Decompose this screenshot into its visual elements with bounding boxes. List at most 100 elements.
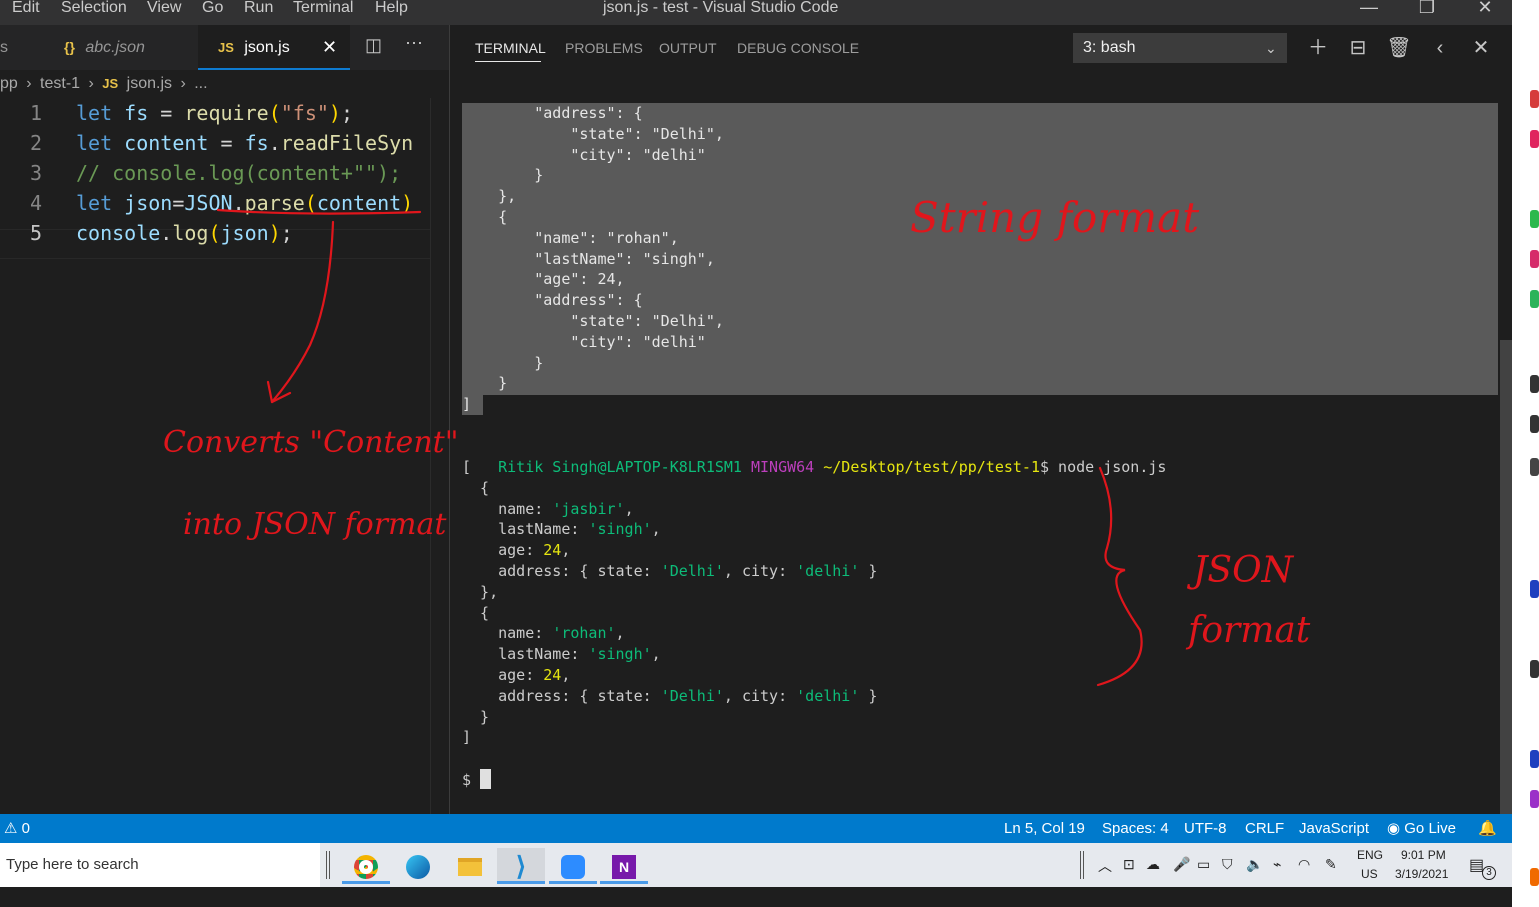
terminal-token: , city: xyxy=(723,686,797,705)
side-app-icon xyxy=(1530,458,1539,476)
battery-icon[interactable]: ▭ xyxy=(1197,856,1210,873)
meet-icon[interactable]: ⊡ xyxy=(1123,856,1135,873)
line-number: 4 xyxy=(29,191,42,215)
split-editor-icon[interactable]: ◫ xyxy=(365,35,385,55)
menu-selection[interactable]: Selection xyxy=(61,0,127,19)
terminal-output-line: ] xyxy=(462,727,471,748)
warnings-count: 0 xyxy=(21,820,30,837)
warning-icon: ⚠ xyxy=(4,820,18,837)
pen-icon[interactable]: ✎ xyxy=(1325,856,1337,873)
breadcrumb-item[interactable]: pp xyxy=(0,75,18,92)
terminal-token: { xyxy=(462,603,490,622)
shield-icon[interactable]: ⛉ xyxy=(1222,856,1233,873)
js-file-icon: JS xyxy=(218,40,234,55)
code-line: let fs = require("fs"); xyxy=(76,98,353,128)
more-actions-icon[interactable]: ⋯ xyxy=(405,34,425,55)
usb-icon[interactable]: ⌁ xyxy=(1273,856,1281,873)
chevron-left-icon[interactable]: ‹ xyxy=(1425,33,1455,63)
encoding[interactable]: UTF-8 xyxy=(1184,814,1227,843)
tab-problems[interactable]: PROBLEMS xyxy=(565,40,643,56)
breadcrumb-item[interactable]: test-1 xyxy=(40,75,80,92)
clock-date[interactable]: 3/19/2021 xyxy=(1395,867,1448,881)
file-explorer-icon[interactable] xyxy=(446,848,494,884)
json-file-icon: {} xyxy=(64,39,75,55)
tab-abc-json[interactable]: {} abc.json xyxy=(46,25,196,70)
taskbar-search[interactable]: Type here to search xyxy=(0,843,320,887)
zoom-icon[interactable] xyxy=(549,848,597,884)
breadcrumb-item[interactable]: ... xyxy=(194,75,207,92)
trash-icon[interactable]: 🗑 xyxy=(1384,33,1414,63)
wifi-icon[interactable]: ◠ xyxy=(1298,856,1310,873)
close-panel-icon[interactable]: ✕ xyxy=(1466,33,1496,63)
taskbar-divider xyxy=(326,851,330,879)
terminal-token: 'Delhi' xyxy=(660,562,724,580)
terminal-content: "address": { "state": "Delhi", "city": "… xyxy=(462,103,1502,814)
side-app-icon xyxy=(1530,868,1539,886)
terminal-line: "state": "Delhi", xyxy=(462,312,724,330)
terminal-line: ] xyxy=(462,395,472,414)
menu-edit[interactable]: Edit xyxy=(12,0,40,19)
code-line: // console.log(content+""); xyxy=(76,158,401,188)
split-terminal-icon[interactable]: ⊟ xyxy=(1343,33,1373,63)
warnings-indicator[interactable]: ⚠ 0 xyxy=(4,814,30,843)
terminal-token: } xyxy=(462,707,490,726)
terminal-token: age: xyxy=(462,541,544,560)
minimize-icon[interactable]: — xyxy=(1349,0,1389,25)
code-token: ) xyxy=(328,101,341,125)
terminal-token: , city: xyxy=(723,562,797,580)
close-tab-icon[interactable]: ✕ xyxy=(322,25,337,70)
terminal-token: 'Delhi' xyxy=(660,686,724,705)
side-app-icon xyxy=(1530,375,1539,393)
language-indicator-bottom[interactable]: US xyxy=(1361,867,1378,881)
tab-partial[interactable]: s xyxy=(0,25,8,70)
go-live-button[interactable]: ◉ Go Live xyxy=(1387,814,1456,843)
code-editor[interactable]: 1 let fs = require("fs"); 2 let content = f… xyxy=(0,98,449,814)
terminal-token: , xyxy=(651,645,661,664)
terminal-token: , xyxy=(615,624,625,643)
menu-view[interactable]: View xyxy=(147,0,181,19)
code-token: = xyxy=(148,101,185,125)
vscode-icon[interactable]: ⟩ xyxy=(497,848,545,884)
chrome-icon[interactable] xyxy=(342,848,390,884)
notification-badge: 3 xyxy=(1482,866,1496,880)
menu-help[interactable]: Help xyxy=(375,0,408,19)
menu-run[interactable]: Run xyxy=(244,0,273,19)
language-mode[interactable]: JavaScript xyxy=(1299,814,1369,843)
edge-icon[interactable] xyxy=(394,848,442,884)
code-token: ( xyxy=(208,221,221,245)
tab-debug-console[interactable]: DEBUG CONSOLE xyxy=(737,40,859,56)
language-indicator-top[interactable]: ENG xyxy=(1357,848,1383,862)
menu-go[interactable]: Go xyxy=(202,0,223,19)
code-token: JSON xyxy=(184,191,233,215)
editor-scrollbar[interactable] xyxy=(430,98,449,814)
chevron-up-icon[interactable]: ︿ xyxy=(1098,856,1112,876)
terminal-output-line: name: 'rohan', xyxy=(462,623,625,644)
bell-icon[interactable]: 🔔 xyxy=(1478,814,1497,843)
volume-icon[interactable]: 🔈 xyxy=(1246,856,1263,873)
menu-terminal[interactable]: Terminal xyxy=(293,0,353,19)
terminal-select[interactable]: 3: bash ⌄ xyxy=(1073,33,1287,63)
tab-json-js[interactable]: JS json.js ✕ xyxy=(198,25,350,70)
microphone-icon[interactable]: 🎤 xyxy=(1173,856,1190,873)
cloud-icon[interactable]: ☁ xyxy=(1146,856,1160,873)
breadcrumb-item[interactable]: json.js xyxy=(127,75,172,92)
indentation[interactable]: Spaces: 4 xyxy=(1102,814,1169,843)
code-token: console xyxy=(76,221,161,245)
new-terminal-icon[interactable]: ＋ xyxy=(1303,33,1333,63)
terminal-scrollbar[interactable] xyxy=(1500,340,1512,814)
restore-icon[interactable]: ❐ xyxy=(1407,0,1447,25)
clock-time[interactable]: 9:01 PM xyxy=(1401,848,1446,862)
chevron-right-icon: › xyxy=(88,75,94,92)
code-token: json xyxy=(124,191,173,215)
onenote-icon[interactable]: N xyxy=(600,848,648,884)
tab-terminal[interactable]: TERMINAL xyxy=(475,40,546,56)
terminal-line: "state": "Delhi", xyxy=(462,124,724,143)
cursor-position[interactable]: Ln 5, Col 19 xyxy=(1004,814,1085,843)
code-token: ; xyxy=(340,101,353,125)
code-token: ; xyxy=(280,221,293,245)
line-ending[interactable]: CRLF xyxy=(1245,814,1284,843)
tab-output[interactable]: OUTPUT xyxy=(659,40,717,56)
terminal-token: ] xyxy=(462,728,472,747)
close-window-icon[interactable]: ✕ xyxy=(1465,0,1505,25)
